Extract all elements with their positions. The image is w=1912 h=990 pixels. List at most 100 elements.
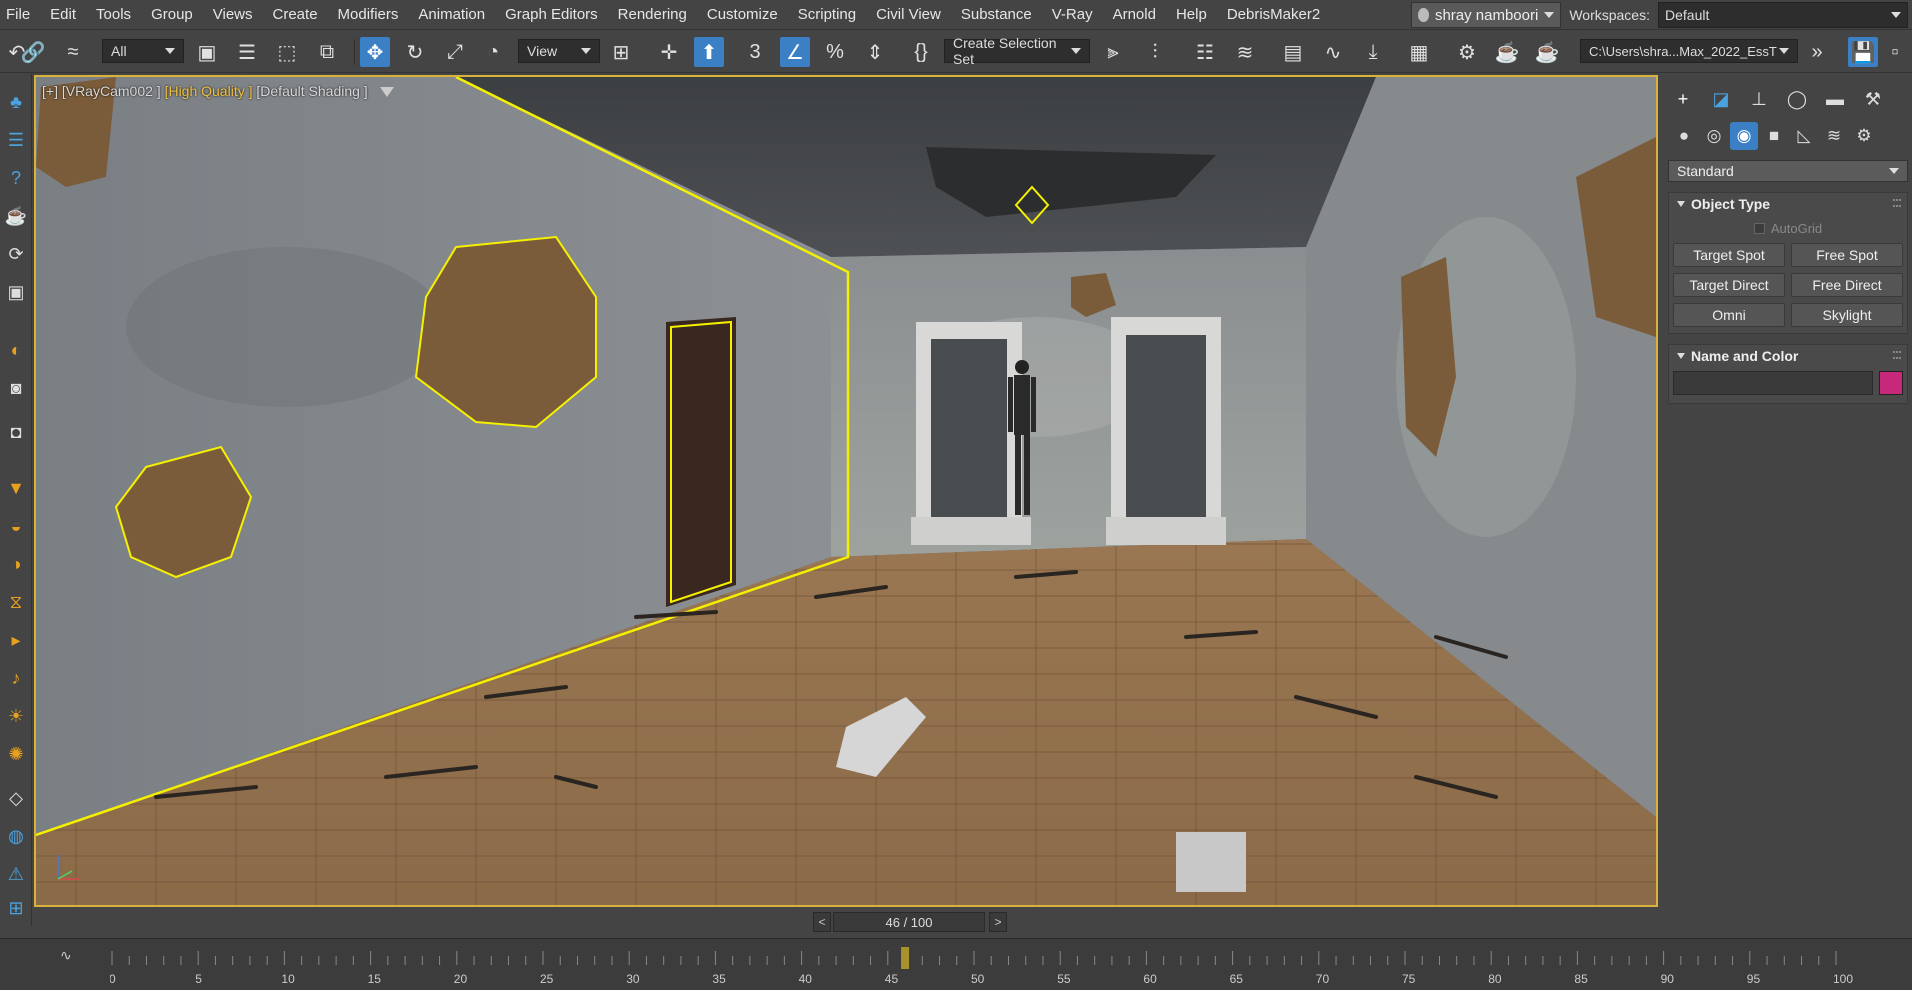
time-slider-thumb[interactable]: 46 / 100 (833, 912, 985, 932)
globe-icon[interactable]: ◍ (2, 822, 30, 850)
toggle-scene-explorer-icon[interactable]: ☷ (1190, 37, 1220, 67)
render-production-icon[interactable]: ☕ (1532, 37, 1562, 67)
ies-light-icon[interactable]: ⧖ (2, 588, 30, 616)
selection-filter-dropdown[interactable]: All (102, 39, 184, 63)
light-icon[interactable]: ◐ (2, 336, 30, 364)
space-warps-icon[interactable]: ≋ (1820, 122, 1848, 150)
rotate-view-icon[interactable]: ⟳ (2, 240, 30, 268)
grid-icon[interactable]: ⊞ (2, 894, 30, 922)
help-icon[interactable]: ? (2, 164, 30, 192)
menu-substance[interactable]: Substance (951, 0, 1042, 30)
toolbar-extra-icon[interactable]: ▫ (1880, 37, 1910, 67)
overflow-chevron-icon[interactable]: » (1802, 37, 1832, 67)
helpers-icon[interactable]: ◺ (1790, 122, 1818, 150)
toggle-ribbon-icon[interactable]: ▤ (1278, 37, 1308, 67)
menu-animation[interactable]: Animation (408, 0, 495, 30)
target-direct-button[interactable]: Target Direct (1673, 273, 1785, 297)
menu-scripting[interactable]: Scripting (788, 0, 866, 30)
display-tab-icon[interactable]: ▬ (1820, 84, 1850, 114)
geometry-icon[interactable]: ● (1670, 122, 1698, 150)
material-editor-icon[interactable]: ▦ (1404, 37, 1434, 67)
select-and-rotate-icon[interactable]: ↻ (400, 37, 430, 67)
free-direct-button[interactable]: Free Direct (1791, 273, 1903, 297)
previous-frame-button[interactable]: < (813, 912, 831, 932)
motion-tab-icon[interactable]: ◯ (1782, 84, 1812, 114)
pivot-point-icon[interactable]: ⊞ (606, 37, 636, 67)
rendered-frame-window-icon[interactable]: ☕ (1492, 37, 1522, 67)
menu-help[interactable]: Help (1166, 0, 1217, 30)
list-icon[interactable]: ☰ (2, 126, 30, 154)
project-folder-dropdown[interactable]: C:\Users\shra...Max_2022_EssT (1580, 39, 1798, 63)
menu-rendering[interactable]: Rendering (608, 0, 697, 30)
utilities-tab-icon[interactable]: ⚒ (1858, 84, 1888, 114)
name-and-color-header[interactable]: Name and Color (1669, 345, 1907, 367)
free-spot-button[interactable]: Free Spot (1791, 243, 1903, 267)
object-name-field[interactable] (1673, 371, 1873, 395)
filter-icon[interactable] (379, 87, 394, 97)
menu-graph-editors[interactable]: Graph Editors (495, 0, 608, 30)
sky-light-icon[interactable]: ✺ (2, 740, 30, 768)
menu-create[interactable]: Create (263, 0, 328, 30)
skylight-button[interactable]: Skylight (1791, 303, 1903, 327)
viewport-label[interactable]: [+] [VRayCam002 ] [High Quality ] [Defau… (42, 83, 394, 99)
user-account-dropdown[interactable]: shray namboori (1411, 2, 1562, 28)
hierarchy-tab-icon[interactable]: ⊥ (1744, 84, 1774, 114)
viewport-label-shading[interactable]: [Default Shading ] (256, 83, 367, 99)
modify-tab-icon[interactable]: ◪ (1706, 84, 1736, 114)
menu-modifiers[interactable]: Modifiers (328, 0, 409, 30)
teapot-icon[interactable]: ☕ (2, 202, 30, 230)
select-and-move-icon[interactable]: ✥ (360, 37, 390, 67)
tripod-icon[interactable]: ⚠ (2, 860, 30, 888)
object-color-swatch[interactable] (1879, 371, 1903, 395)
track-bar-ruler[interactable]: 0 5 10 15 20 25 30 35 40 45 50 55 60 65 70 75 80 85 90 95 10… (110, 943, 1854, 989)
percent-snap-icon[interactable]: % (820, 37, 850, 67)
menu-views[interactable]: Views (203, 0, 263, 30)
object-type-header[interactable]: Object Type (1669, 193, 1907, 215)
select-by-name-icon[interactable]: ☰ (232, 37, 262, 67)
menu-v-ray[interactable]: V-Ray (1042, 0, 1103, 30)
mesh-light-icon[interactable]: ▸ (2, 626, 30, 654)
menu-civil-view[interactable]: Civil View (866, 0, 951, 30)
omni-button[interactable]: Omni (1673, 303, 1785, 327)
menu-tools[interactable]: Tools (86, 0, 141, 30)
cameras-icon[interactable]: ■ (1760, 122, 1788, 150)
link-icon[interactable]: 🔗 (18, 37, 48, 67)
menu-file[interactable]: File (0, 0, 40, 30)
shapes-icon[interactable]: ◎ (1700, 122, 1728, 150)
menu-group[interactable]: Group (141, 0, 203, 30)
sun-icon[interactable]: ☀ (2, 702, 30, 730)
curve-editor-icon[interactable]: ∿ (1318, 37, 1348, 67)
align-icon[interactable]: ⫶ (1140, 37, 1170, 67)
video-camera-icon[interactable]: ◘ (2, 418, 30, 446)
ambient-light-icon[interactable]: ♪ (2, 664, 30, 692)
select-and-scale-icon[interactable]: ⤢ (440, 37, 470, 67)
workspaces-select[interactable]: Default (1658, 2, 1908, 28)
mirror-icon[interactable]: ⫸ (1098, 37, 1128, 67)
spot-light-icon[interactable]: ▼ (2, 474, 30, 502)
autogrid-checkbox[interactable]: AutoGrid (1669, 215, 1907, 241)
create-tab-icon[interactable]: + (1668, 84, 1698, 114)
box-icon[interactable]: ▣ (2, 278, 30, 306)
bind-space-warp-icon[interactable]: ≈ (58, 37, 88, 67)
target-spot-button[interactable]: Target Spot (1673, 243, 1785, 267)
mini-curve-editor-icon[interactable]: ∿ (60, 947, 82, 967)
menu-customize[interactable]: Customize (697, 0, 788, 30)
viewport-label-quality[interactable]: [High Quality ] (165, 83, 253, 99)
menu-arnold[interactable]: Arnold (1103, 0, 1166, 30)
cube-icon[interactable]: ◇ (2, 784, 30, 812)
select-object-icon[interactable]: ▣ (192, 37, 222, 67)
camera-viewport[interactable]: [+] [VRayCam002 ] [High Quality ] [Defau… (34, 75, 1658, 907)
scene-explorer-icon[interactable]: ♣ (2, 88, 30, 116)
camera-icon[interactable]: ◙ (2, 374, 30, 402)
reference-coordinate-dropdown[interactable]: View (518, 39, 600, 63)
window-crossing-icon[interactable]: ⧉ (312, 37, 342, 67)
rectangular-selection-icon[interactable]: ⬚ (272, 37, 302, 67)
edit-named-selection-icon[interactable]: {} (906, 37, 936, 67)
sphere-light-icon[interactable]: ◑ (2, 550, 30, 578)
menu-debrismaker2[interactable]: DebrisMaker2 (1217, 0, 1330, 30)
dome-light-icon[interactable]: ◒ (2, 512, 30, 540)
playhead-marker[interactable] (901, 947, 910, 969)
angle-snap-icon[interactable]: ∠ (780, 37, 810, 67)
snaps-toggle-icon[interactable]: 3 (740, 37, 770, 67)
select-and-manipulate-icon[interactable]: ⬆ (694, 37, 724, 67)
